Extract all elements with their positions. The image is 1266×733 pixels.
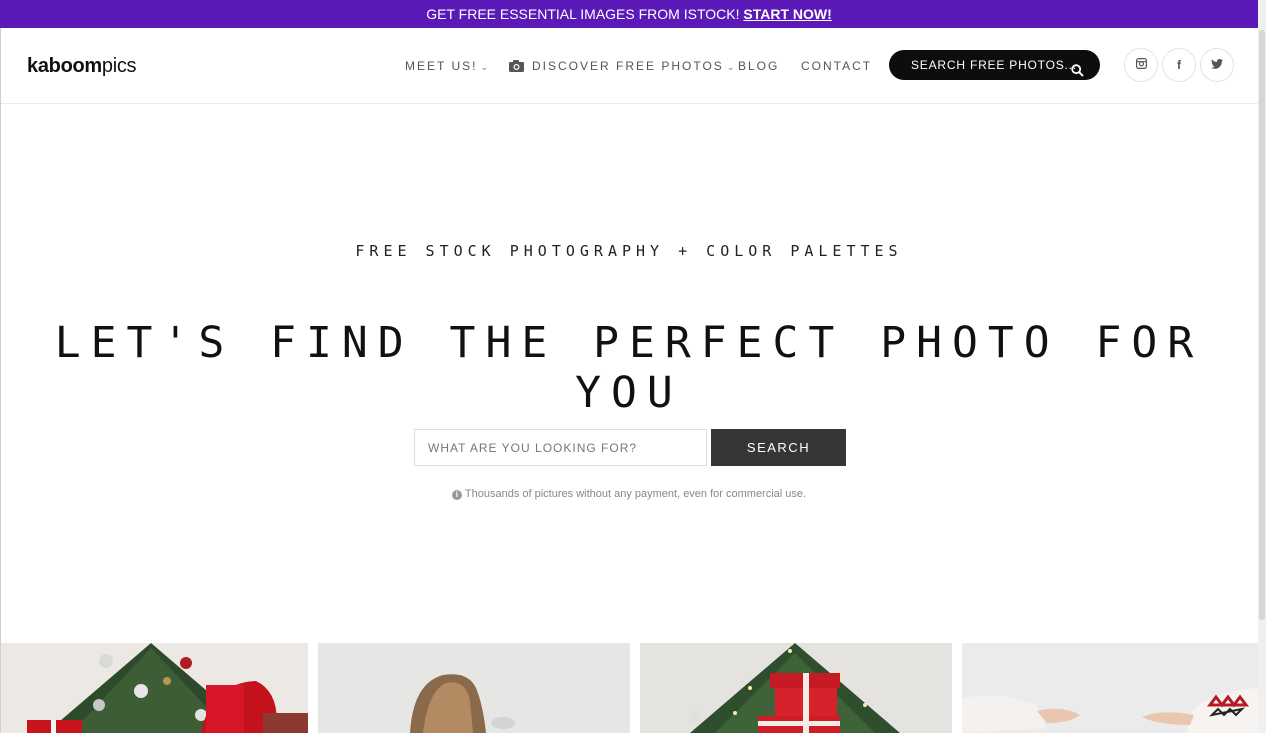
scrollbar-thumb[interactable] bbox=[1259, 30, 1265, 620]
christmas-tree-gift-boxes-photo[interactable] bbox=[640, 643, 952, 733]
christmas-tree-gifts-photo[interactable] bbox=[1, 643, 308, 733]
logo-light: pics bbox=[101, 55, 137, 77]
logo-bold: kaboom bbox=[27, 55, 102, 77]
header-search-label: SEARCH FREE PHOTOS... bbox=[911, 58, 1077, 72]
instagram-icon bbox=[1135, 58, 1147, 72]
chevron-down-icon: ⌄ bbox=[480, 62, 491, 72]
hero-title: LET'S FIND THE PERFECT PHOTO FOR YOU bbox=[54, 318, 1204, 418]
promo-text: GET FREE ESSENTIAL IMAGES FROM ISTOCK! bbox=[426, 6, 740, 22]
nav-discover-label: DISCOVER FREE PHOTOS bbox=[532, 59, 724, 73]
camera-icon bbox=[509, 60, 524, 75]
search-hint: i Thousands of pictures without any payme… bbox=[0, 488, 1258, 500]
promo-start-link[interactable]: START NOW! bbox=[743, 6, 831, 22]
promo-banner: GET FREE ESSENTIAL IMAGES FROM ISTOCK! S… bbox=[0, 0, 1258, 28]
hands-sweaters-photo[interactable] bbox=[962, 643, 1258, 733]
photo-search-button[interactable]: SEARCH bbox=[711, 429, 846, 466]
nav-blog[interactable]: BLOG bbox=[738, 59, 779, 73]
twitter-button[interactable] bbox=[1200, 48, 1234, 82]
search-hint-text: Thousands of pictures without any paymen… bbox=[464, 488, 807, 500]
kaboompics-logo[interactable]: kaboompics bbox=[27, 55, 137, 78]
facebook-button[interactable]: f bbox=[1162, 48, 1196, 82]
search-icon bbox=[1071, 58, 1084, 88]
instagram-button[interactable] bbox=[1124, 48, 1158, 82]
nav-meet-us[interactable]: MEET US! ⌄ bbox=[405, 59, 490, 73]
photo-search-input[interactable] bbox=[414, 429, 707, 466]
info-icon: i bbox=[451, 490, 462, 500]
nav-discover-free-photos[interactable]: DISCOVER FREE PHOTOS ⌄ bbox=[509, 59, 736, 75]
twitter-icon bbox=[1211, 58, 1223, 72]
nav-meet-label: MEET US! bbox=[405, 59, 478, 73]
chevron-down-icon: ⌄ bbox=[726, 62, 737, 72]
nav-contact[interactable]: CONTACT bbox=[801, 59, 872, 73]
vertical-scrollbar[interactable] bbox=[1258, 0, 1266, 733]
header-search-button[interactable]: SEARCH FREE PHOTOS... bbox=[889, 50, 1100, 80]
woman-hair-photo[interactable] bbox=[318, 643, 630, 733]
facebook-icon: f bbox=[1177, 58, 1181, 72]
hero-subtitle: FREE STOCK PHOTOGRAPHY + COLOR PALETTES bbox=[355, 242, 903, 260]
site-header: kaboompics MEET US! ⌄ DISCOVER FREE PHOTO… bbox=[1, 28, 1258, 104]
